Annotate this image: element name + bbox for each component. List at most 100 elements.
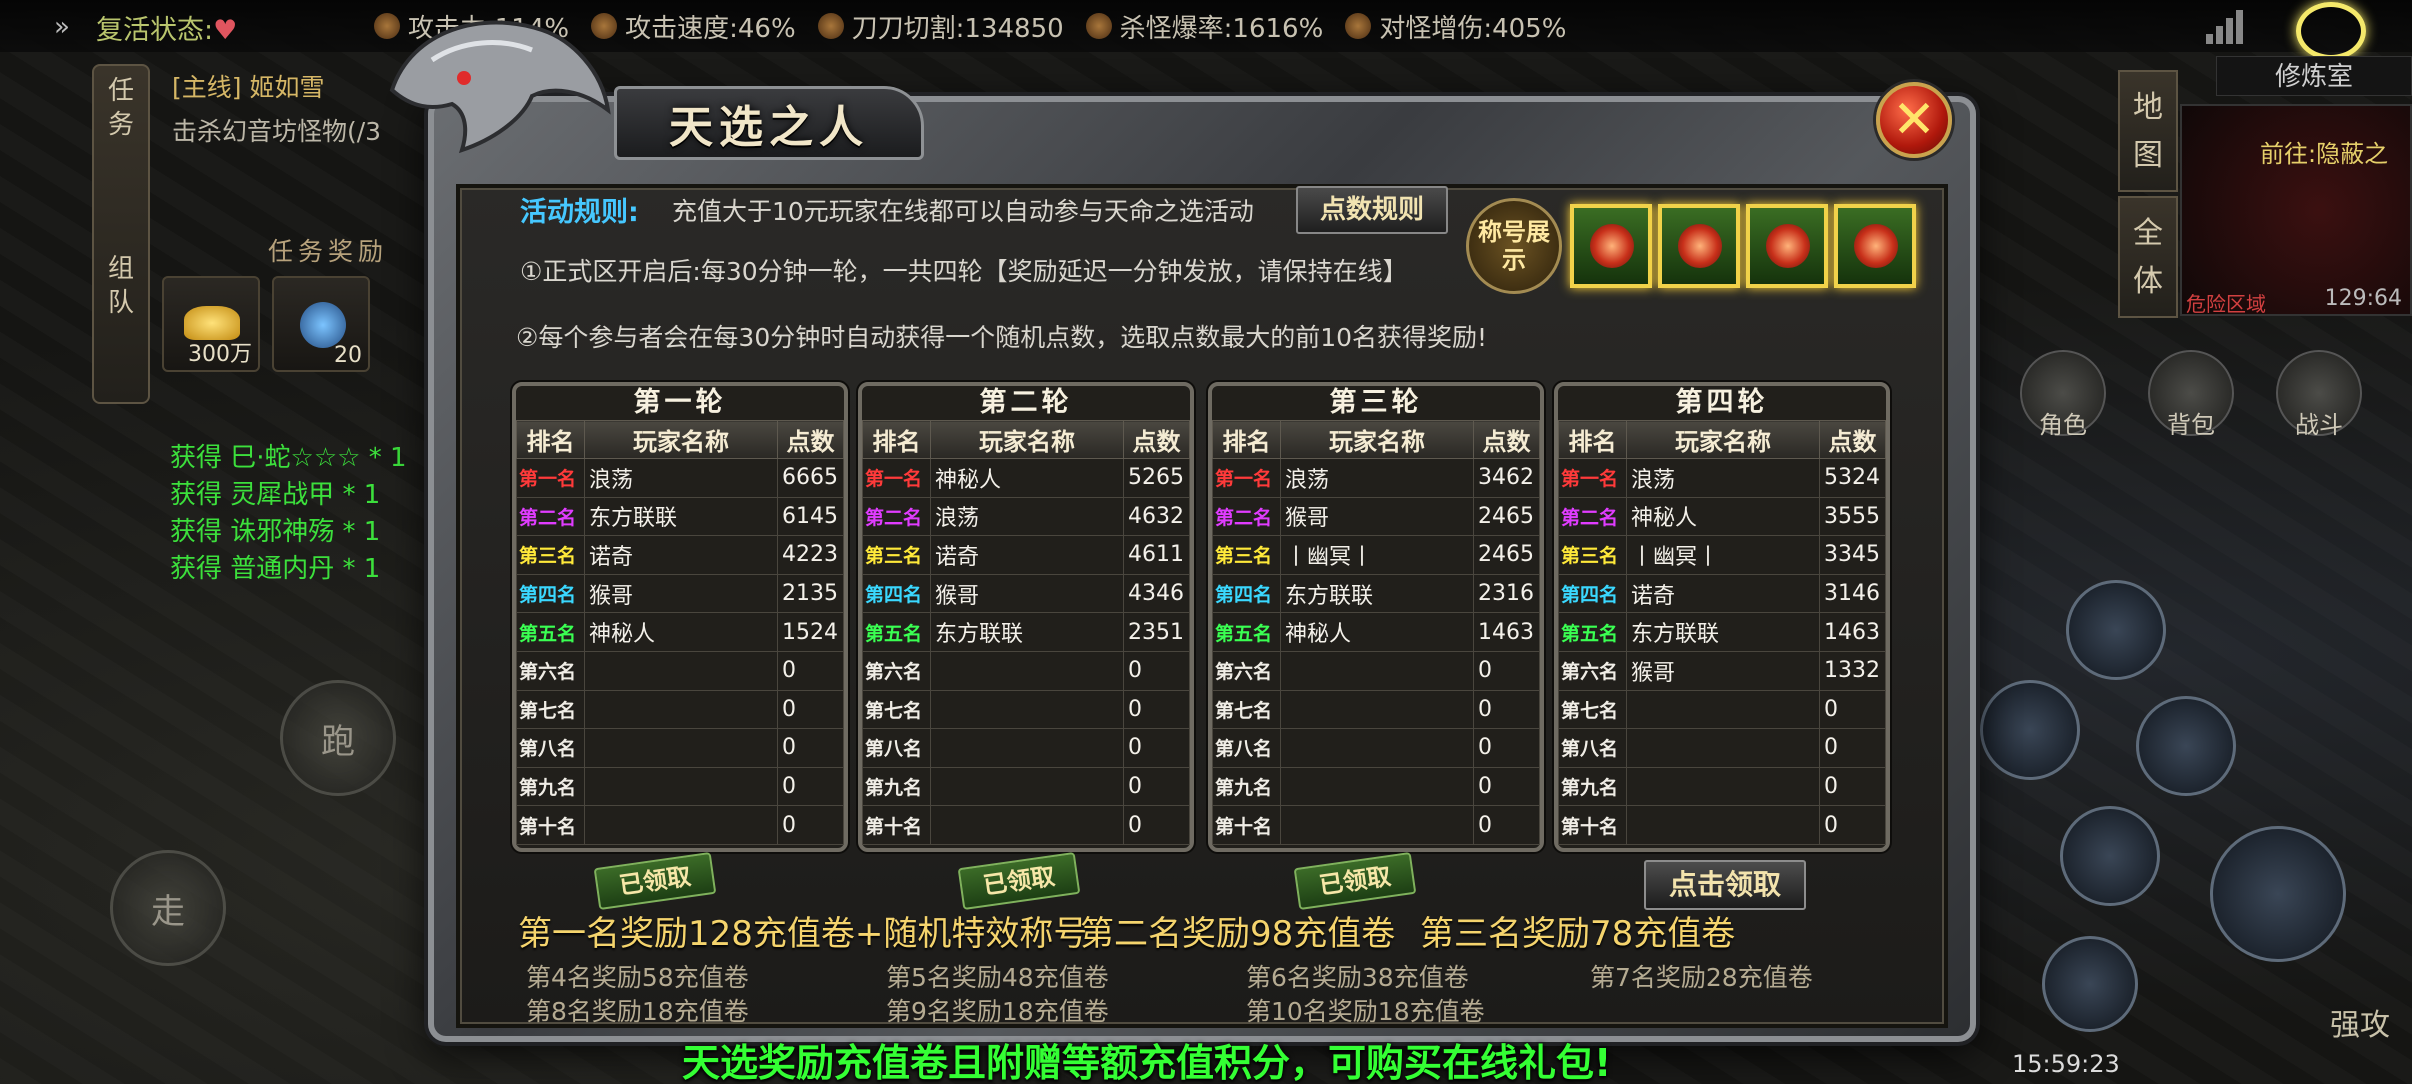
points-cell: 0 [1123, 728, 1190, 768]
round-table: 第四轮 排名 玩家名称 点数 第一名 浪荡 5324 第二名 神秘人 3555 第三名 丨幽冥丨 334… [1554, 382, 1890, 852]
player-name-cell: 猴哥 [1280, 496, 1474, 537]
player-name-cell [930, 805, 1124, 845]
rank-header: 排名 [862, 420, 931, 459]
table-row: 第三名 诺奇 4223 [516, 535, 844, 575]
player-name-cell [1280, 650, 1474, 691]
character-button[interactable]: 角色 [2020, 350, 2106, 439]
skill-button[interactable] [1980, 680, 2080, 780]
table-row: 第九名 0 [516, 766, 844, 807]
expand-arrow-icon[interactable]: » [54, 12, 84, 42]
quest-tabs[interactable]: 任 务 组 队 [92, 64, 150, 404]
rank-cell: 第十名 [1558, 805, 1627, 845]
close-button[interactable]: ✕ [1876, 82, 1952, 158]
loot-line: 获得 巳·蛇☆☆☆ * 1 [170, 443, 407, 473]
player-name-cell [584, 689, 778, 730]
points-cell: 1463 [1819, 612, 1886, 652]
menu-ring-icon[interactable] [2296, 2, 2366, 60]
player-name-cell: 诺奇 [584, 535, 778, 575]
table-row: 第一名 浪荡 3462 [1212, 458, 1540, 498]
points-header: 点数 [1123, 420, 1190, 459]
gem-icon [300, 302, 346, 348]
minimap-goto[interactable]: 前往:隐蔽之 [2260, 134, 2388, 169]
rank-cell: 第五名 [1212, 612, 1281, 652]
rank-cell: 第三名 [516, 535, 585, 575]
team-tab-char: 组 [107, 254, 134, 284]
stat-drop-rate: 杀怪爆率:1616% [1085, 8, 1323, 45]
table-row: 第六名 0 [516, 650, 844, 691]
name-header: 玩家名称 [930, 420, 1124, 459]
title-showcase-button[interactable]: 称号展示 [1466, 198, 1562, 294]
title-reward-card[interactable] [1570, 204, 1652, 288]
skill-button[interactable] [2060, 806, 2160, 906]
run-button[interactable]: 跑 [280, 680, 396, 796]
skill-button[interactable] [2136, 696, 2236, 796]
points-cell: 0 [777, 766, 844, 807]
points-cell: 0 [1819, 766, 1886, 807]
second-place-reward: 第二名奖励98充值卷 [1080, 914, 1396, 954]
title-reward-card[interactable] [1834, 204, 1916, 288]
player-name-cell: 浪荡 [584, 458, 778, 498]
heart-icon: ♥ [213, 15, 238, 46]
skill-button[interactable] [2042, 936, 2138, 1032]
strong-attack-button[interactable]: 强攻 [2330, 1000, 2390, 1044]
minimap[interactable]: 前往:隐蔽之 危险区域 129:64 [2180, 104, 2412, 316]
skill-button[interactable] [2066, 580, 2166, 680]
quest-reward-slot[interactable]: 300万 [162, 276, 260, 372]
minimap-coordinates: 129:64 [2324, 286, 2402, 311]
round-title: 第四轮 [1675, 387, 1769, 418]
points-cell: 4346 [1123, 573, 1190, 614]
title-reward-card[interactable] [1746, 204, 1828, 288]
title-reward-card[interactable] [1658, 204, 1740, 288]
table-row: 第三名 诺奇 4611 [862, 535, 1190, 575]
rank-cell: 第八名 [1558, 728, 1627, 768]
points-cell: 1463 [1473, 612, 1540, 652]
points-cell: 1332 [1819, 650, 1886, 691]
quest-reward-slot[interactable]: 20 [272, 276, 370, 372]
table-row: 第三名 丨幽冥丨 2465 [1212, 535, 1540, 575]
table-header: 排名 玩家名称 点数 [516, 420, 844, 459]
quest-reward-title: 任务奖励 [268, 237, 389, 266]
points-cell: 2465 [1473, 535, 1540, 575]
round-title: 第二轮 [979, 387, 1073, 418]
crit-icon [1085, 13, 1112, 39]
player-name-cell [584, 766, 778, 807]
attack-skill-button[interactable] [2210, 826, 2346, 962]
reward-4th: 第4名奖励58充值卷 [526, 963, 749, 992]
rank-cell: 第二名 [516, 496, 585, 537]
points-cell: 0 [1819, 728, 1886, 768]
rank-cell: 第七名 [1212, 689, 1281, 730]
table-row: 第二名 浪荡 4632 [862, 496, 1190, 537]
table-row: 第六名 猴哥 1332 [1558, 650, 1886, 691]
points-cell: 0 [1123, 650, 1190, 691]
points-cell: 0 [1473, 766, 1540, 807]
points-rules-button[interactable]: 点数规则 [1296, 186, 1448, 234]
loot-line: 获得 普通内丹 * 1 [170, 554, 381, 584]
reward-8th: 第8名奖励18充值卷 [526, 997, 749, 1026]
quest-description[interactable]: 击杀幻音坊怪物(/3 [172, 112, 381, 148]
tab-all[interactable]: 全体 [2118, 196, 2178, 318]
table-row: 第九名 0 [1558, 766, 1886, 807]
bag-button[interactable]: 背包 [2148, 350, 2234, 439]
rank-cell: 第五名 [516, 612, 585, 652]
player-name-cell [1626, 766, 1820, 807]
bottom-banner: 天选奖励充值卷且附赠等额充值积分，可购买在线礼包! [682, 1041, 1612, 1084]
points-cell: 3146 [1819, 573, 1886, 614]
rules-text-2: ②每个参与者会在每30分钟时自动获得一个随机点数，选取点数最大的前10名获得奖励… [516, 323, 1488, 352]
claim-button[interactable]: 点击领取 [1644, 860, 1806, 910]
battle-button[interactable]: 战斗 [2276, 350, 2362, 439]
table-row: 第二名 神秘人 3555 [1558, 496, 1886, 537]
team-tab-char: 队 [107, 288, 134, 318]
round-title: 第三轮 [1329, 387, 1423, 418]
rank-cell: 第二名 [1212, 496, 1281, 537]
walk-button[interactable]: 走 [110, 850, 226, 966]
player-name-cell [1280, 689, 1474, 730]
table-row: 第十名 0 [516, 805, 844, 845]
table-row: 第四名 猴哥 4346 [862, 573, 1190, 614]
tab-map[interactable]: 地图 [2118, 70, 2178, 192]
points-cell: 0 [777, 805, 844, 845]
player-name-cell: 浪荡 [1280, 458, 1474, 498]
rank-cell: 第八名 [1212, 728, 1281, 768]
rank-cell: 第四名 [862, 573, 931, 614]
signal-icon [2206, 10, 2246, 44]
quest-title[interactable]: [主线] 姬如雪 [172, 68, 324, 104]
